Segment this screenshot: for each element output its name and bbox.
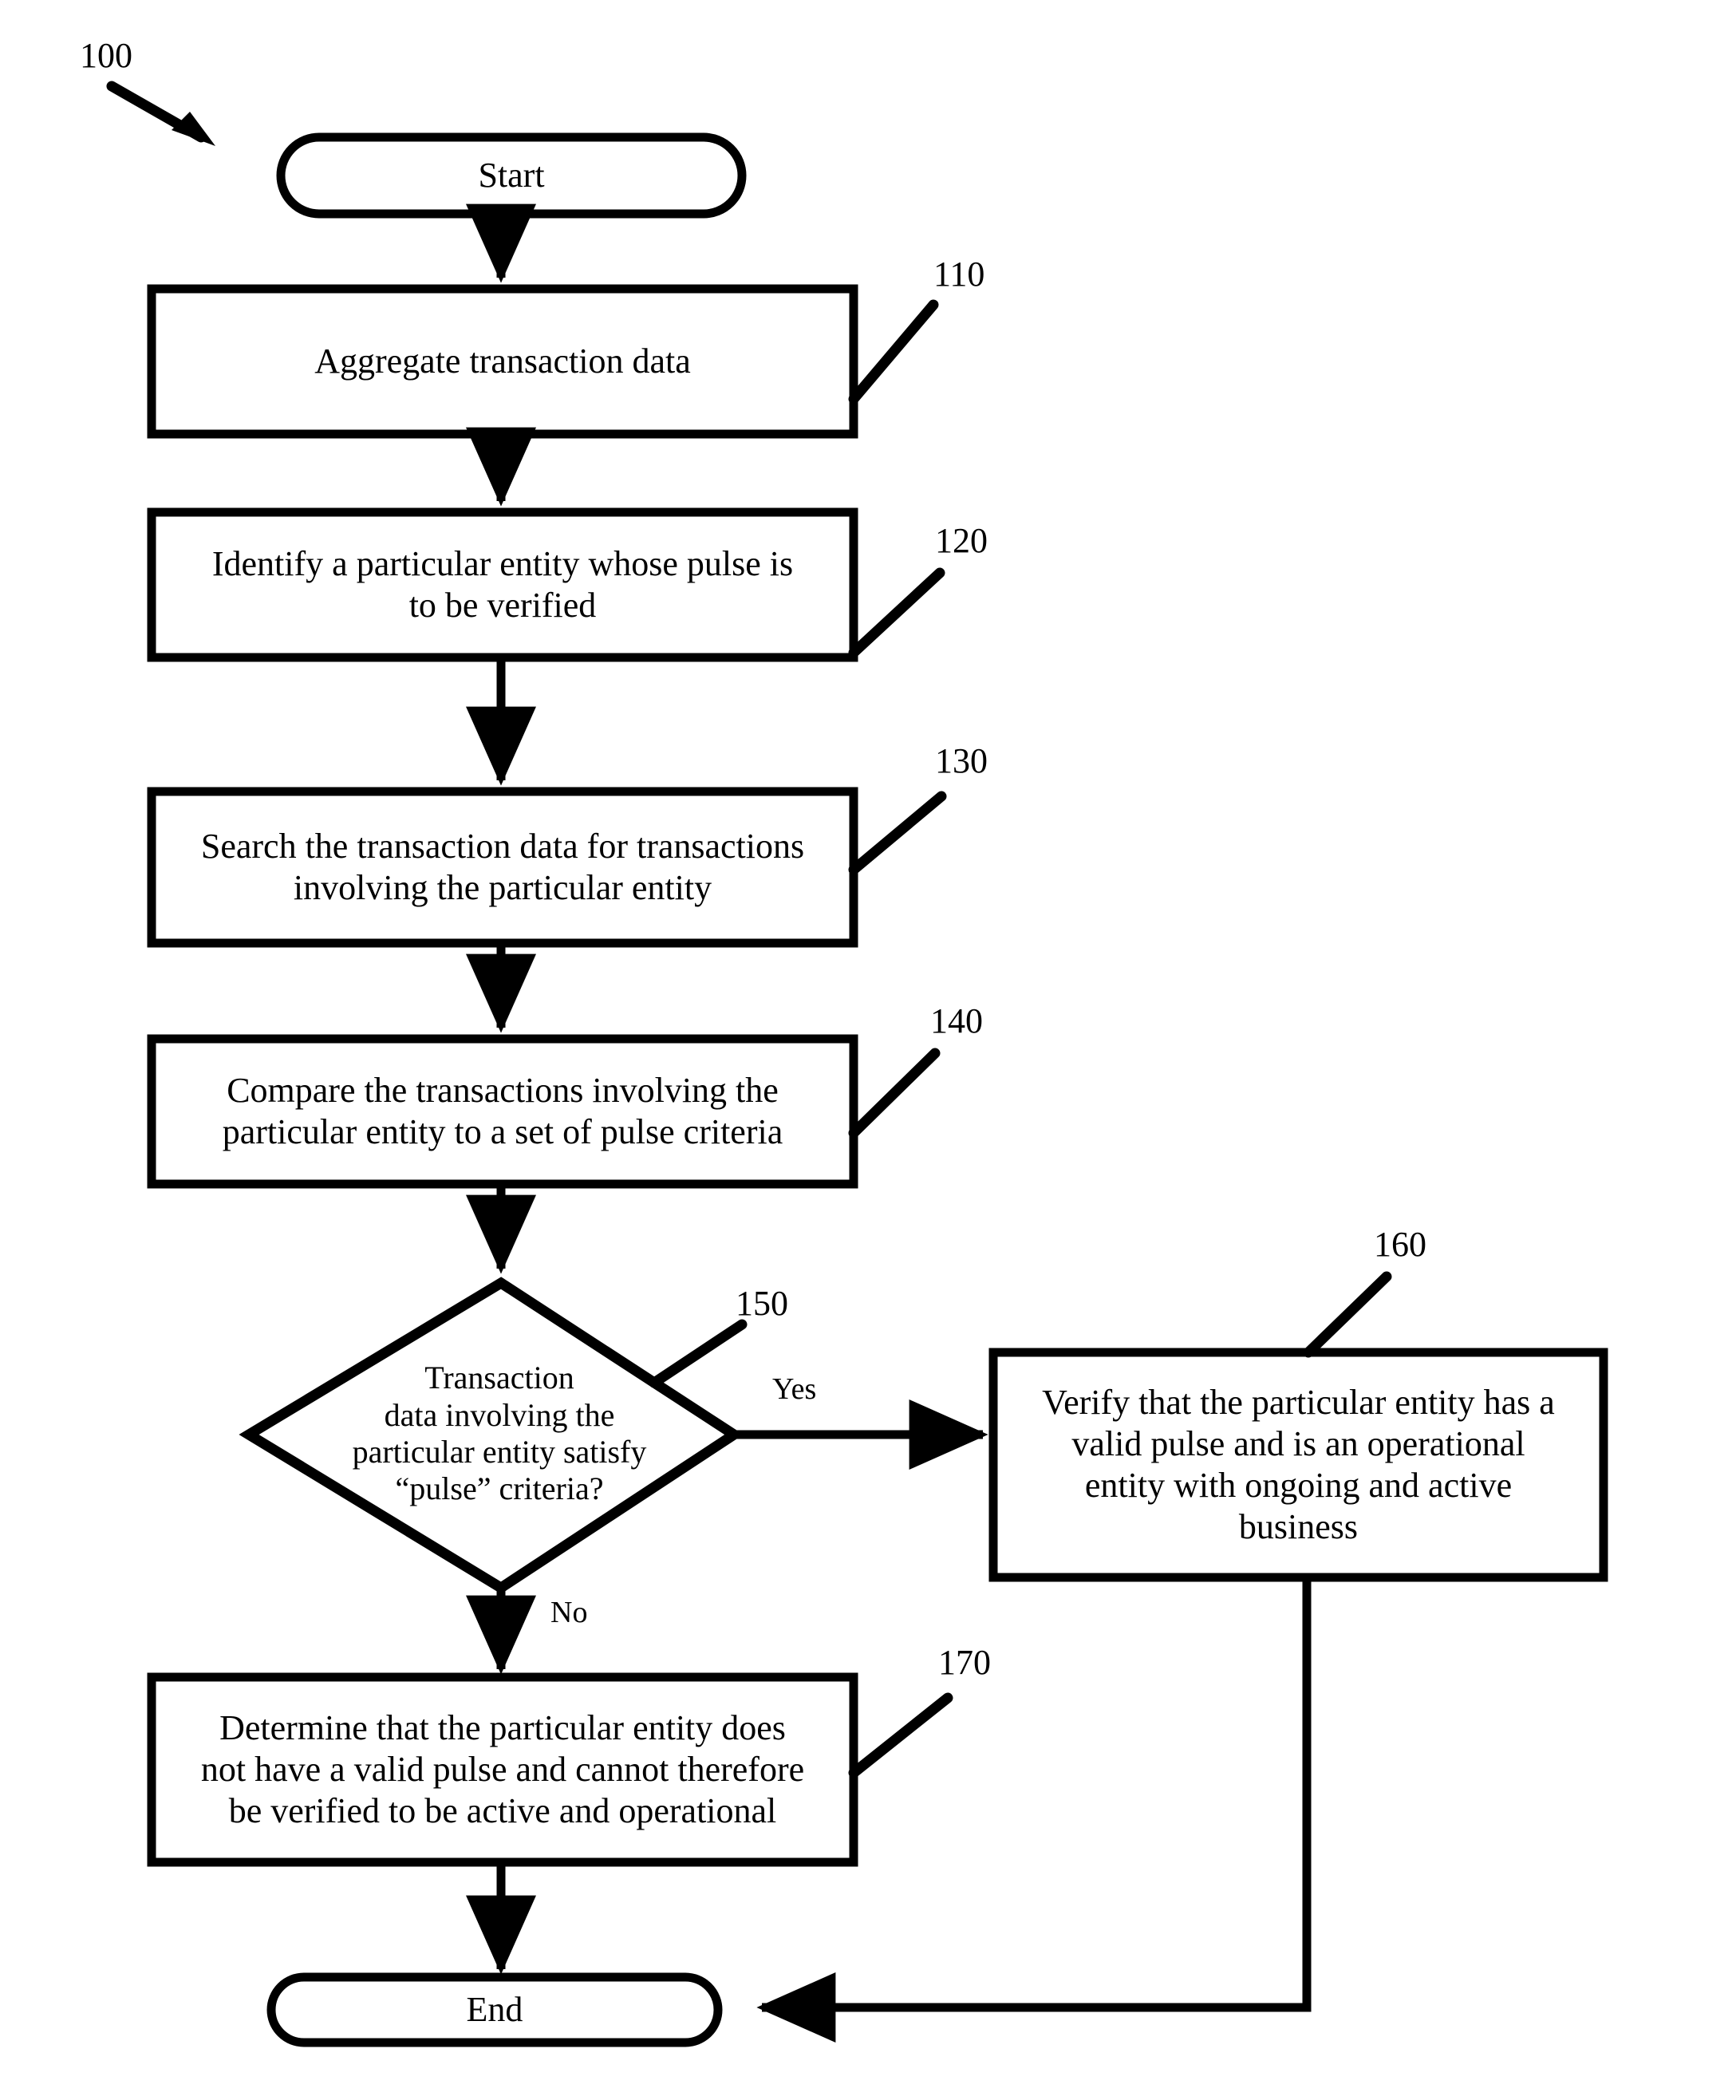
figure-pointer-arrow — [106, 81, 215, 146]
process-130-shape — [147, 787, 858, 948]
leader-line-140 — [848, 1048, 941, 1139]
reference-numeral-160: 160 — [1374, 1225, 1426, 1264]
leader-line-120 — [848, 567, 945, 658]
leader-line-160 — [1303, 1271, 1392, 1358]
reference-numeral-150: 150 — [736, 1284, 788, 1323]
start-terminal-shape — [276, 132, 747, 219]
edge-label-yes: Yes — [772, 1372, 817, 1406]
figure-canvas: 100 Start Aggregate transaction data 110… — [0, 0, 1736, 2100]
reference-numeral-110: 110 — [933, 255, 985, 294]
decision-150-shape — [239, 1277, 744, 1594]
reference-numeral-170: 170 — [938, 1643, 991, 1682]
figure-reference-numeral: 100 — [80, 36, 132, 75]
leader-line-130 — [848, 791, 947, 875]
reference-numeral-120: 120 — [935, 521, 988, 560]
process-120-shape — [147, 507, 858, 662]
reference-numeral-130: 130 — [935, 741, 988, 780]
end-terminal-shape — [266, 1972, 723, 2047]
leader-line-170 — [848, 1692, 953, 1778]
process-170-shape — [147, 1672, 858, 1867]
leader-line-150 — [649, 1319, 748, 1388]
process-160-shape — [988, 1348, 1608, 1582]
process-110-shape — [147, 284, 858, 439]
edge-label-no: No — [550, 1596, 588, 1629]
process-140-shape — [147, 1034, 858, 1189]
leader-line-110 — [848, 299, 939, 405]
reference-numeral-140: 140 — [930, 1001, 983, 1040]
flowchart-graphics — [106, 81, 1608, 2047]
